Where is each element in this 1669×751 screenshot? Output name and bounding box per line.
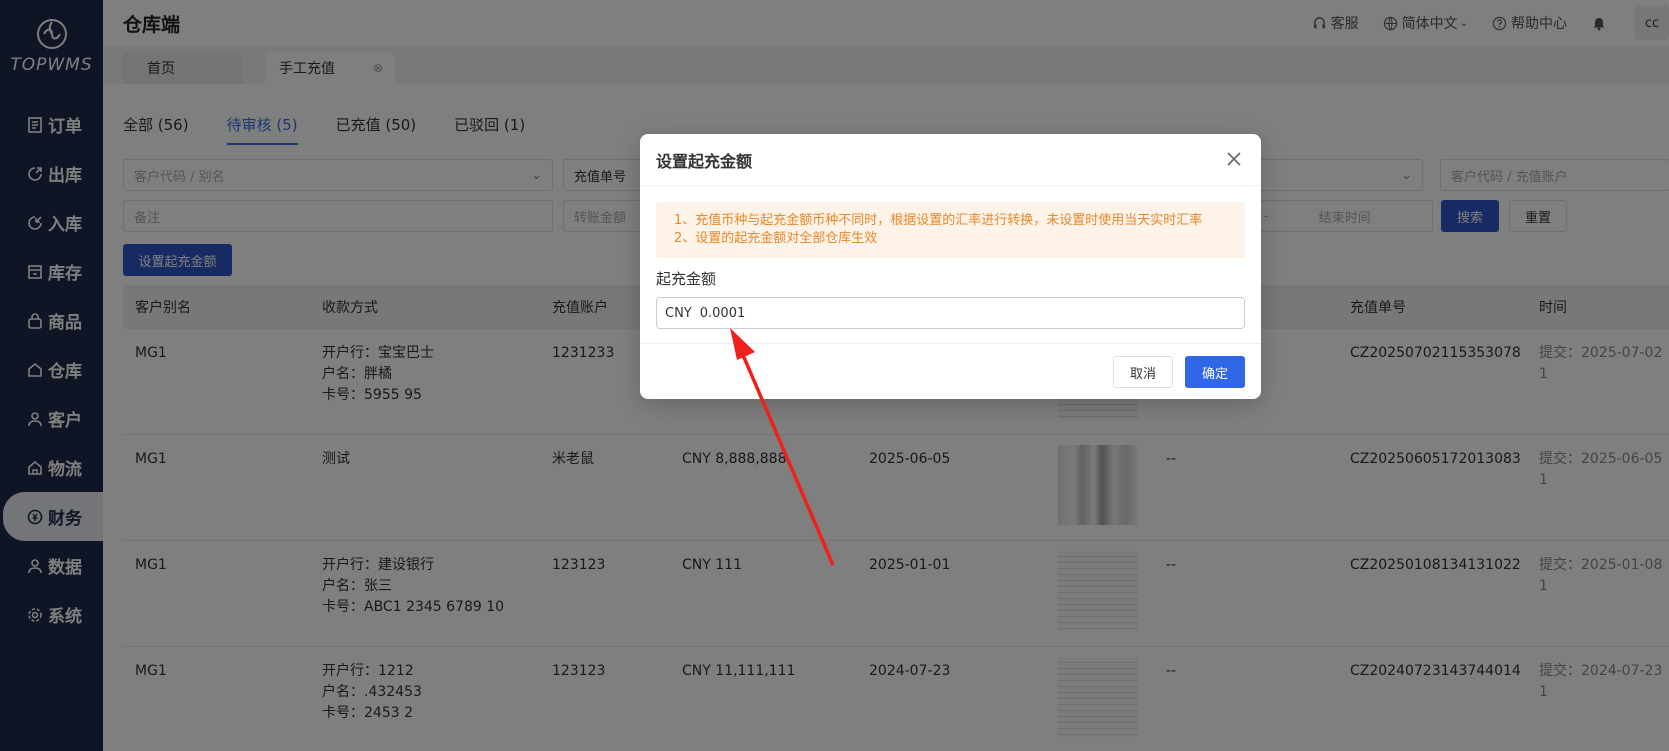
min-amount-label: 起充金额 <box>656 270 717 288</box>
min-amount-input[interactable]: CNY 0.0001 <box>656 297 1245 329</box>
dialog-footer: 取消 确定 <box>640 343 1261 399</box>
close-icon[interactable] <box>1225 150 1243 168</box>
currency-label: CNY <box>665 305 692 321</box>
confirm-button[interactable]: 确定 <box>1185 356 1245 388</box>
notice-line: 1、充值币种与起充金额币种不同时，根据设置的汇率进行转换，未设置时使用当天实时汇… <box>674 213 1203 228</box>
cancel-button[interactable]: 取消 <box>1113 356 1173 388</box>
dialog-title: 设置起充金额 <box>656 151 753 171</box>
notice-line: 2、设置的起充金额对全部仓库生效 <box>674 231 878 246</box>
min-amount-value: 0.0001 <box>699 305 746 321</box>
set-min-amount-dialog: 设置起充金额 1、充值币种与起充金额币种不同时，根据设置的汇率进行转换，未设置时… <box>640 134 1261 399</box>
notice-box: 1、充值币种与起充金额币种不同时，根据设置的汇率进行转换，未设置时使用当天实时汇… <box>656 202 1245 258</box>
dialog-header: 设置起充金额 <box>640 134 1261 186</box>
